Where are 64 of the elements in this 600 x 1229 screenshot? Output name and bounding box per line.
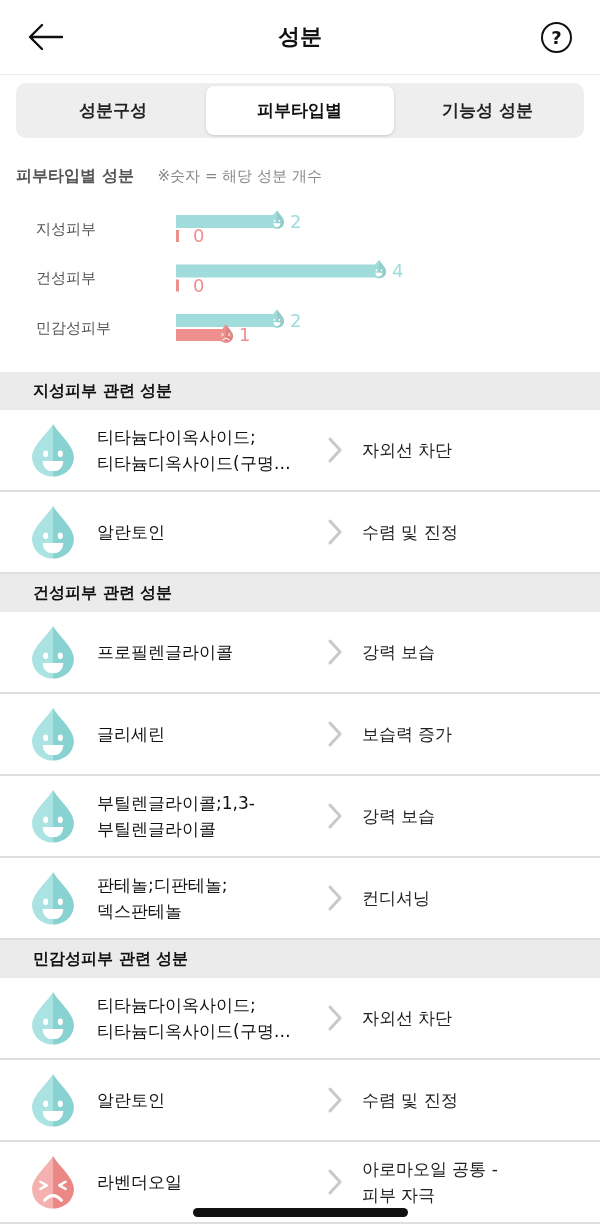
ingredient-name: 부틸렌글라이콜;1,3- 부틸렌글라이콜 [97, 792, 256, 841]
chevron-right-icon [328, 885, 342, 911]
ingredient-row[interactable]: 알란토인 수렴 및 진정 [0, 1060, 600, 1142]
ingredient-effect: 아로마오일 공통 - 피부 자극 [362, 1158, 498, 1207]
back-arrow-icon[interactable] [28, 23, 64, 51]
ingredient-row[interactable]: 글리세린 보습력 증가 [0, 694, 600, 776]
section-header: 민감성피부 관련 성분 [0, 940, 600, 978]
ingredient-row[interactable]: 티타늄다이옥사이드; 티타늄디옥사이드(구명… 자외선 차단 [0, 978, 600, 1060]
ingredient-name: 알란토인 [97, 1089, 166, 1112]
ingredient-effect: 강력 보습 [362, 805, 436, 828]
ingredient-effect: 자외선 차단 [362, 439, 453, 462]
ingredient-row[interactable]: 부틸렌글라이콜;1,3- 부틸렌글라이콜 강력 보습 [0, 776, 600, 858]
category-label: 민감성피부 [36, 318, 111, 337]
chevron-right-icon [328, 721, 342, 747]
ingredient-name: 티타늄다이옥사이드; 티타늄디옥사이드(구명… [97, 426, 292, 475]
note-text: ※숫자 = 해당 성분 개수 [157, 166, 322, 186]
ingredient-effect: 수렴 및 진정 [362, 521, 458, 544]
tab[interactable]: 기능성 성분 [393, 86, 581, 135]
ingredient-effect: 강력 보습 [362, 641, 436, 664]
smiling-drop-icon [30, 505, 76, 559]
ingredient-name: 티타늄다이옥사이드; 티타늄디옥사이드(구명… [97, 994, 292, 1043]
ingredient-effect: 자외선 차단 [362, 1007, 453, 1030]
frowning-drop-icon [218, 324, 234, 343]
chevron-right-icon [328, 1169, 342, 1195]
tab[interactable]: 피부타입별 [206, 86, 394, 135]
ingredient-effect: 수렴 및 진정 [362, 1089, 458, 1112]
smiling-drop-icon [30, 625, 76, 679]
ingredient-effect: 보습력 증가 [362, 723, 453, 746]
ingredient-name: 알란토인 [97, 521, 166, 544]
tab[interactable]: 성분구성 [19, 86, 207, 135]
ingredient-name: 판테놀;디판테놀; 덱스판테놀 [97, 874, 229, 923]
value-label: 1 [239, 324, 251, 345]
ingredient-name: 라벤더오일 [97, 1171, 183, 1194]
value-label: 0 [193, 274, 205, 296]
value-label: 2 [290, 210, 302, 232]
help-button[interactable]: ? [541, 21, 572, 53]
category-label: 건성피부 [36, 269, 96, 287]
smiling-drop-icon [30, 991, 76, 1045]
value-label: 4 [392, 260, 404, 281]
value-label: 2 [290, 309, 302, 331]
chevron-right-icon [328, 639, 342, 665]
value-label: 0 [193, 225, 205, 246]
ingredient-effect: 컨디셔닝 [362, 887, 430, 910]
smiling-drop-icon [30, 707, 76, 761]
frowning-drop-icon [30, 1155, 76, 1209]
section-header: 지성피부 관련 성분 [0, 372, 600, 410]
ingredient-row[interactable]: 티타늄다이옥사이드; 티타늄디옥사이드(구명… 자외선 차단 [0, 410, 600, 492]
chevron-right-icon [328, 803, 342, 829]
smiling-drop-icon [30, 423, 76, 477]
ingredient-name: 프로필렌글라이콜 [97, 641, 234, 664]
category-label: 지성피부 [36, 219, 96, 238]
chevron-right-icon [328, 1087, 342, 1113]
ingredient-row[interactable]: 프로필렌글라이콜 강력 보습 [0, 612, 600, 694]
ingredient-name: 글리세린 [97, 723, 166, 746]
section-header: 건성피부 관련 성분 [0, 574, 600, 612]
smiling-drop-icon [30, 1073, 76, 1127]
chevron-right-icon [328, 437, 342, 463]
section-title: 피부타입별 성분 [16, 165, 134, 187]
chevron-right-icon [328, 519, 342, 545]
chart-bar [176, 230, 179, 242]
smiling-drop-icon [30, 789, 76, 843]
chevron-right-icon [328, 1005, 342, 1031]
page-title: 성분 [278, 23, 322, 51]
smiling-drop-icon [30, 871, 76, 925]
